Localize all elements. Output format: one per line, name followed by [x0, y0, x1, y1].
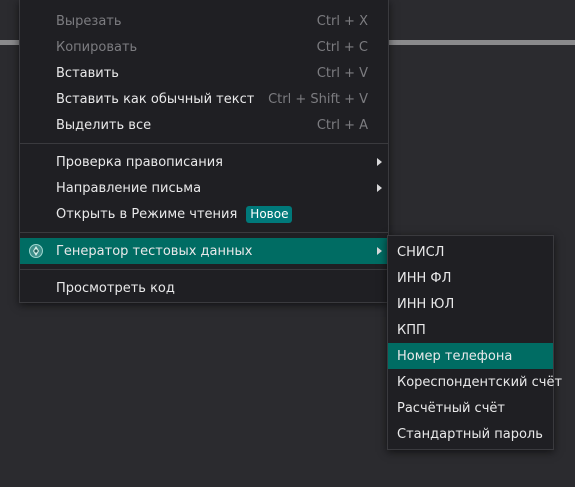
submenu-item-correspondent-account[interactable]: Кореспондентский счёт	[388, 369, 562, 395]
extension-icon	[28, 243, 44, 259]
menu-item-shortcut: Ctrl + V	[316, 65, 368, 81]
menu-item-label: Вырезать	[56, 13, 122, 29]
background-divider	[389, 40, 575, 45]
submenu-item-settlement-account[interactable]: Расчётный счёт	[388, 395, 553, 421]
menu-item-label: Вставить как обычный текст	[56, 91, 255, 107]
menu-separator	[20, 269, 388, 270]
menu-item-select-all[interactable]: Выделить все Ctrl + A	[20, 112, 388, 138]
new-badge: Новое	[246, 205, 293, 223]
menu-item-reading-mode[interactable]: Открыть в Режиме чтения Новое	[20, 201, 388, 227]
menu-item-paste-plain-text[interactable]: Вставить как обычный текст Ctrl + Shift …	[20, 86, 388, 112]
submenu-item-phone-number[interactable]: Номер телефона	[388, 343, 553, 369]
menu-item-paste[interactable]: Вставить Ctrl + V	[20, 60, 388, 86]
background-divider	[0, 40, 19, 45]
menu-item-label: Генератор тестовых данных	[56, 243, 253, 259]
menu-item-label: Открыть в Режиме чтения	[56, 206, 238, 222]
test-data-submenu: СНИСЛ ИНН ФЛ ИНН ЮЛ КПП Номер телефона К…	[387, 235, 562, 450]
menu-item-inspect[interactable]: Просмотреть код	[20, 275, 388, 301]
menu-item-spellcheck[interactable]: Проверка правописания	[20, 149, 388, 175]
menu-item-writing-direction[interactable]: Направление письма	[20, 175, 388, 201]
menu-item-label: Вставить	[56, 65, 119, 81]
menu-item-label: Выделить все	[56, 117, 152, 133]
menu-item-shortcut: Ctrl + X	[316, 13, 368, 29]
submenu-item-standard-password[interactable]: Стандартный пароль	[388, 421, 553, 447]
submenu-item-inn-ul[interactable]: ИНН ЮЛ	[388, 291, 553, 317]
menu-item-label: Копировать	[56, 39, 138, 55]
submenu-item-inn-fl[interactable]: ИНН ФЛ	[388, 265, 553, 291]
menu-item-label-wrap: Открыть в Режиме чтения Новое	[56, 205, 368, 223]
menu-item-cut[interactable]: Вырезать Ctrl + X	[20, 8, 388, 34]
chevron-right-icon	[377, 184, 382, 192]
menu-item-label: Направление письма	[56, 180, 202, 196]
menu-item-shortcut: Ctrl + Shift + V	[268, 91, 368, 107]
menu-item-copy[interactable]: Копировать Ctrl + C	[20, 34, 388, 60]
menu-item-label: Проверка правописания	[56, 154, 224, 170]
submenu-item-snils[interactable]: СНИСЛ	[388, 239, 553, 265]
menu-separator	[20, 232, 388, 233]
chevron-right-icon	[377, 247, 382, 255]
menu-separator	[20, 143, 388, 144]
menu-item-shortcut: Ctrl + C	[316, 39, 368, 55]
menu-item-test-data-generator[interactable]: Генератор тестовых данных	[20, 238, 388, 264]
menu-item-shortcut: Ctrl + A	[316, 117, 368, 133]
context-menu: Вырезать Ctrl + X Копировать Ctrl + C Вс…	[19, 0, 389, 303]
chevron-right-icon	[377, 158, 382, 166]
menu-item-label: Просмотреть код	[56, 280, 175, 296]
submenu-item-kpp[interactable]: КПП	[388, 317, 553, 343]
